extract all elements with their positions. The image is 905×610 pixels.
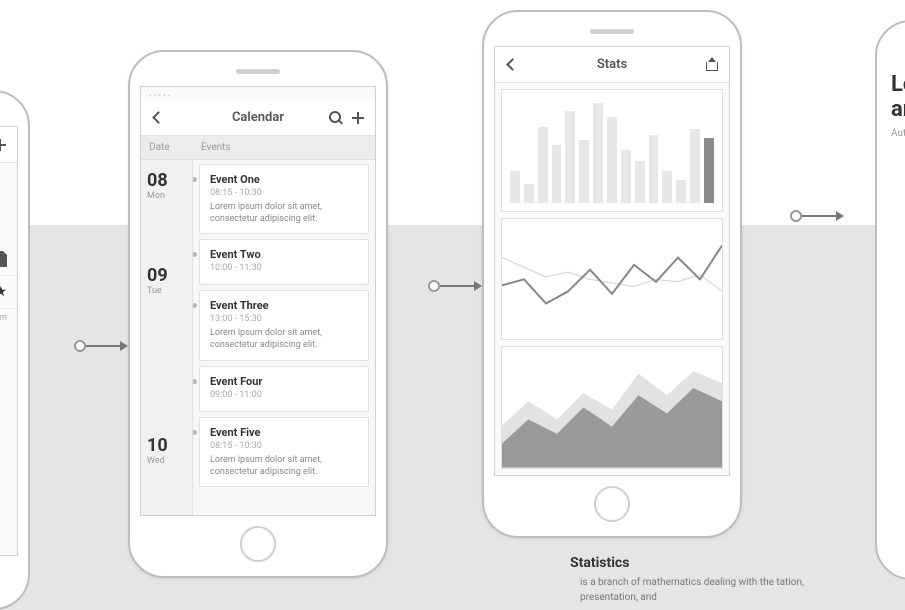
line-chart — [501, 218, 723, 341]
star-icon: ★ — [0, 284, 7, 300]
col-header-date: Date — [141, 136, 193, 159]
bar — [510, 171, 520, 202]
date-cell: 10Wed — [141, 425, 192, 516]
event-card[interactable]: Event Four09:00 - 11:00 — [199, 366, 369, 412]
phone-stats: Stats — [482, 10, 742, 538]
bar — [565, 111, 575, 203]
date-cell: 09Tue — [141, 255, 192, 425]
bar — [635, 161, 645, 203]
bar — [538, 127, 548, 202]
search-icon[interactable] — [329, 111, 343, 125]
event-card[interactable]: Event Three13:00 - 15:30Lorem ipsum dolo… — [199, 290, 369, 360]
page-title: Calendar — [191, 110, 325, 125]
calendar-subheader: Date Events — [141, 136, 375, 160]
event-card[interactable]: Event Two10:00 - 11:30 — [199, 239, 369, 285]
meta-fragment: ectetur — [0, 327, 17, 345]
file-icon — [0, 251, 7, 267]
bar — [676, 180, 686, 203]
bar — [649, 135, 659, 203]
area-chart — [501, 346, 723, 469]
home-button[interactable] — [594, 486, 630, 522]
screen-calendar: ••••• Calendar Date Events 08Mon09Tue10W… — [140, 86, 376, 516]
phone-fragment-left: Files orites ★ 34m ectetur met, consecte… — [0, 90, 30, 610]
bar — [690, 129, 700, 202]
meta-time: 34m — [0, 309, 17, 327]
bar-chart — [501, 89, 723, 212]
col-header-events: Events — [193, 136, 375, 159]
events-column: Event One08:15 - 10:30Lorem ipsum dolor … — [193, 160, 375, 516]
event-card[interactable]: Event One08:15 - 10:30Lorem ipsum dolor … — [199, 164, 369, 234]
event-card[interactable]: Event Five08:15 - 10:30Lorem ipsum dolor… — [199, 417, 369, 487]
bar — [593, 103, 603, 202]
sidebar-item-files[interactable]: Files — [0, 243, 17, 276]
bar — [552, 145, 562, 203]
bar — [524, 184, 534, 203]
flow-arrow — [790, 210, 844, 222]
article-title-fragment: Lore ame — [891, 72, 905, 122]
phone-calendar: ••••• Calendar Date Events 08Mon09Tue10W… — [128, 50, 388, 578]
page-title: Stats — [545, 57, 679, 72]
share-icon[interactable] — [705, 58, 719, 72]
add-icon[interactable] — [351, 111, 365, 125]
bar — [607, 117, 617, 203]
flow-arrow — [74, 340, 128, 352]
bar — [579, 140, 589, 203]
stats-description: is a branch of mathematics dealing with … — [580, 575, 840, 605]
stats-caption: Statistics — [570, 555, 629, 571]
plus-icon[interactable] — [0, 138, 7, 152]
home-button[interactable] — [240, 526, 276, 562]
bar — [704, 138, 714, 203]
back-icon[interactable] — [505, 58, 519, 72]
article-subtitle: Author — [891, 128, 905, 139]
back-icon[interactable] — [151, 111, 165, 125]
phone-fragment-right: Lore ame Author — [875, 20, 905, 580]
header-stats: Stats — [495, 47, 729, 83]
date-column: 08Mon09Tue10Wed — [141, 160, 193, 516]
screen-stats: Stats — [494, 46, 730, 476]
bar — [621, 150, 631, 202]
header-calendar: Calendar — [141, 100, 375, 136]
sidebar-item-favorites[interactable]: orites ★ — [0, 276, 17, 309]
date-cell: 08Mon — [141, 160, 192, 255]
flow-arrow — [428, 280, 482, 292]
bar — [662, 171, 672, 202]
